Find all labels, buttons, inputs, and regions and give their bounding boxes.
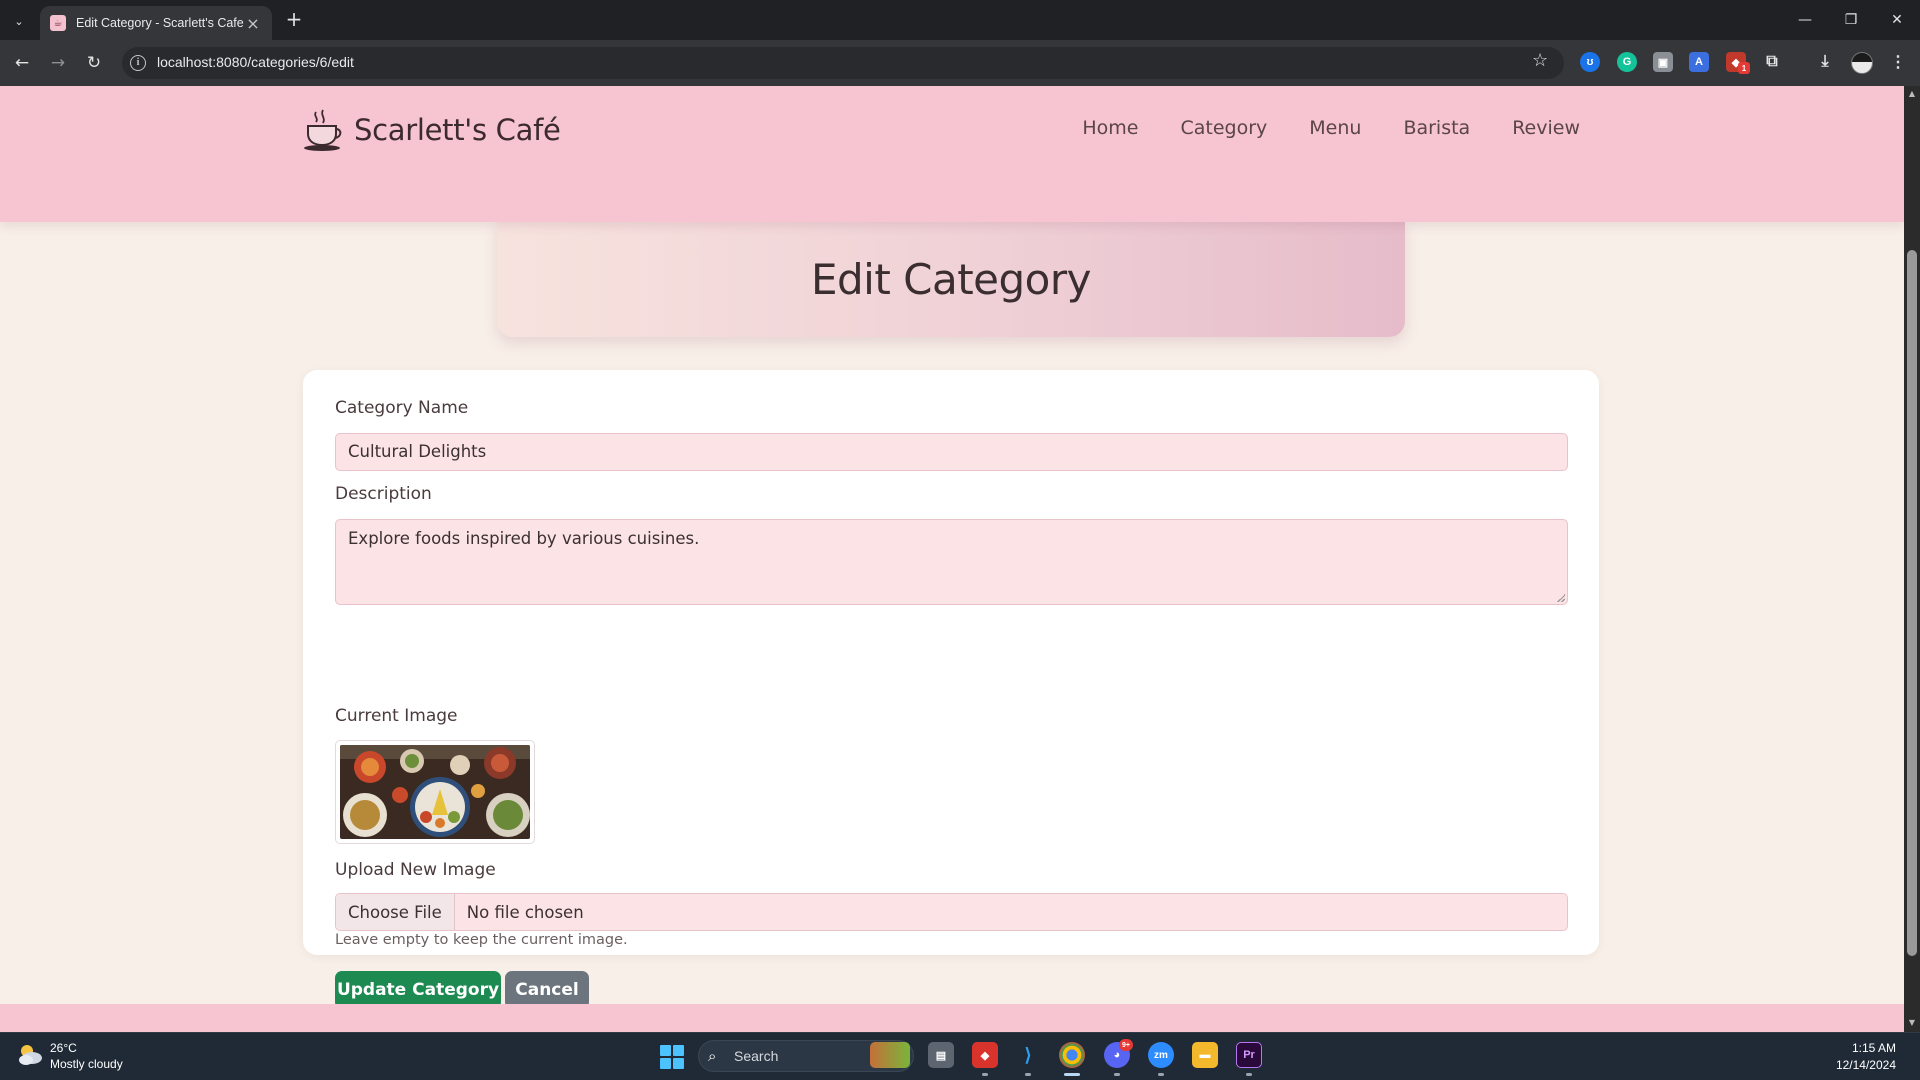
page-viewport: Scarlett's Café Home Category Menu Baris… bbox=[0, 86, 1904, 1032]
restore-icon[interactable]: ❐ bbox=[1828, 0, 1874, 40]
download-icon[interactable]: ⤓ bbox=[1815, 52, 1835, 72]
textarea-resize-handle[interactable] bbox=[1557, 594, 1565, 602]
address-url[interactable]: localhost:8080/categories/6/edit bbox=[157, 54, 354, 70]
start-tile bbox=[660, 1045, 671, 1056]
running-indicator bbox=[1246, 1073, 1252, 1076]
nav-barista[interactable]: Barista bbox=[1403, 117, 1470, 139]
extensions-puzzle-icon[interactable]: ⧉ bbox=[1762, 52, 1782, 72]
description-text: Explore foods inspired by various cuisin… bbox=[348, 529, 700, 548]
current-image-label: Current Image bbox=[335, 706, 458, 726]
scrollbar-thumb[interactable] bbox=[1907, 250, 1917, 956]
current-image-thumbnail bbox=[335, 740, 535, 844]
browser-menu-kebab-icon[interactable]: ⋮ bbox=[1888, 52, 1908, 72]
profile-avatar[interactable] bbox=[1851, 52, 1873, 74]
scroll-up-arrow-icon[interactable]: ▲ bbox=[1906, 89, 1918, 98]
category-name-label: Category Name bbox=[335, 398, 469, 418]
browser-tab-active[interactable]: ☕ Edit Category - Scarlett's Cafe × bbox=[40, 6, 272, 40]
clock-date[interactable]: 12/14/2024 bbox=[1836, 1058, 1896, 1072]
git-app-icon[interactable]: ◆ bbox=[972, 1042, 998, 1068]
choose-file-button[interactable]: Choose File bbox=[336, 894, 455, 930]
chrome-icon[interactable] bbox=[1059, 1042, 1085, 1068]
file-explorer-icon[interactable]: ▬ bbox=[1192, 1042, 1218, 1068]
windows-taskbar bbox=[0, 1032, 1920, 1080]
running-indicator bbox=[1158, 1073, 1164, 1076]
site-header: Scarlett's Café Home Category Menu Baris… bbox=[0, 86, 1904, 222]
premiere-pro-icon[interactable]: Pr bbox=[1236, 1042, 1262, 1068]
extension-puzzle-gray-icon[interactable]: ▣ bbox=[1653, 52, 1673, 72]
image-file-input[interactable]: Choose File No file chosen bbox=[335, 893, 1568, 931]
tab-search-chevron-icon[interactable]: ⌄ bbox=[6, 8, 32, 34]
page-title-card: Edit Category bbox=[497, 221, 1405, 337]
weather-description: Mostly cloudy bbox=[50, 1057, 123, 1071]
nav-home[interactable]: Home bbox=[1082, 117, 1138, 139]
site-info-icon[interactable]: i bbox=[130, 55, 146, 71]
vscode-icon[interactable]: ⟩ bbox=[1015, 1042, 1041, 1068]
nav-menu[interactable]: Menu bbox=[1309, 117, 1361, 139]
task-view-icon[interactable]: ▤ bbox=[928, 1042, 954, 1068]
search-icon: ⌕ bbox=[708, 1047, 717, 1065]
brand[interactable]: Scarlett's Café bbox=[302, 108, 561, 152]
forward-arrow-icon[interactable]: → bbox=[44, 49, 72, 77]
windows-start-icon[interactable] bbox=[660, 1045, 684, 1069]
cafe-favicon-icon: ☕ bbox=[50, 15, 66, 31]
file-status-text: No file chosen bbox=[466, 902, 584, 922]
close-window-icon[interactable]: ✕ bbox=[1874, 0, 1920, 40]
clock-time[interactable]: 1:15 AM bbox=[1852, 1041, 1896, 1055]
main-nav: Home Category Menu Barista Review bbox=[1040, 117, 1580, 139]
nav-review[interactable]: Review bbox=[1512, 117, 1580, 139]
search-highlight-image bbox=[870, 1042, 910, 1068]
running-indicator bbox=[982, 1073, 988, 1076]
back-arrow-icon[interactable]: ← bbox=[8, 49, 36, 77]
weather-temperature: 26°C bbox=[50, 1041, 77, 1055]
running-indicator bbox=[1114, 1073, 1120, 1076]
bookmark-star-icon[interactable]: ☆ bbox=[1532, 50, 1548, 71]
browser-tab-strip: ⌄ ☕ Edit Category - Scarlett's Cafe × + … bbox=[0, 0, 1920, 40]
start-tile bbox=[673, 1045, 684, 1056]
translate-extension-icon[interactable]: A bbox=[1689, 52, 1709, 72]
brand-name: Scarlett's Café bbox=[354, 113, 561, 147]
zoom-icon[interactable]: zm bbox=[1148, 1042, 1174, 1068]
description-label: Description bbox=[335, 484, 432, 504]
start-tile bbox=[673, 1058, 684, 1069]
discord-badge: 9+ bbox=[1119, 1039, 1133, 1051]
tab-title: Edit Category - Scarlett's Cafe bbox=[76, 16, 244, 30]
running-indicator bbox=[1025, 1073, 1031, 1076]
scroll-down-arrow-icon[interactable]: ▼ bbox=[1906, 1018, 1918, 1027]
coffee-cup-logo-icon bbox=[304, 109, 342, 151]
description-textarea[interactable]: Explore foods inspired by various cuisin… bbox=[335, 519, 1568, 605]
extension-blue-icon[interactable]: ʊ bbox=[1580, 52, 1600, 72]
nav-category[interactable]: Category bbox=[1180, 117, 1267, 139]
weather-cloud-icon[interactable] bbox=[16, 1041, 44, 1067]
site-footer bbox=[0, 1004, 1904, 1032]
new-tab-plus-icon[interactable]: + bbox=[282, 8, 306, 32]
minimize-icon[interactable]: — bbox=[1782, 0, 1828, 40]
grammarly-extension-icon[interactable]: G bbox=[1617, 52, 1637, 72]
active-indicator bbox=[1064, 1073, 1080, 1076]
category-name-input[interactable]: Cultural Delights bbox=[335, 433, 1568, 471]
upload-help-text: Leave empty to keep the current image. bbox=[335, 932, 628, 948]
page-title: Edit Category bbox=[810, 254, 1092, 304]
upload-image-label: Upload New Image bbox=[335, 860, 496, 880]
start-tile bbox=[660, 1058, 671, 1069]
edit-category-form: Category Name Cultural Delights Descript… bbox=[303, 370, 1599, 1009]
tab-close-icon[interactable]: × bbox=[244, 14, 262, 33]
taskbar-search-placeholder: Search bbox=[734, 1048, 779, 1064]
food-platter-image bbox=[340, 745, 530, 839]
extension-badge: 1 bbox=[1738, 62, 1750, 74]
reload-icon[interactable]: ↻ bbox=[80, 49, 108, 77]
